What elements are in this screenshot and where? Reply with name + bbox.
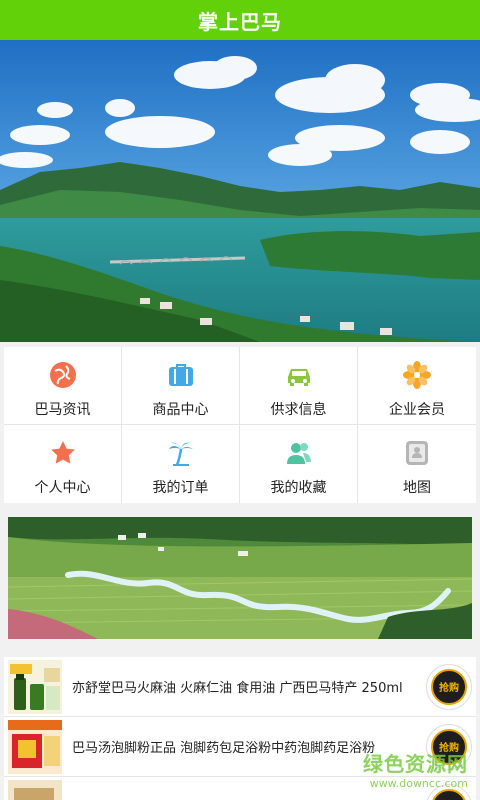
contact-card-icon (403, 439, 431, 467)
star-icon (49, 439, 77, 467)
menu-item-products[interactable]: 商品中心 (122, 347, 240, 425)
product-thumbnail (8, 659, 62, 714)
menu-item-map[interactable]: 地图 (358, 425, 476, 503)
watermark-url: www.downcc.com (369, 777, 468, 790)
menu-item-my-orders[interactable]: 我的订单 (122, 425, 240, 503)
menu-item-personal-center[interactable]: 个人中心 (4, 425, 122, 503)
flower-icon (403, 361, 431, 389)
app-header: 掌上巴马 (0, 0, 480, 40)
menu-label: 企业会员 (389, 402, 445, 418)
promo-landscape-image[interactable] (8, 517, 472, 639)
menu-item-bama-news[interactable]: 巴马资讯 (4, 347, 122, 425)
car-icon (285, 361, 313, 389)
rush-buy-label: 抢购 (439, 683, 459, 694)
app-title: 掌上巴马 (198, 9, 282, 34)
site-watermark: 绿色资源网 www.downcc.com (363, 748, 468, 790)
users-icon (285, 439, 313, 467)
main-menu-grid: 巴马资讯 商品中心 供求信息 企业会员 个人中心 我的订单 我的收藏 地图 (4, 347, 476, 503)
banner-image[interactable] (0, 40, 480, 342)
shopping-bag-icon (167, 361, 195, 389)
menu-label: 商品中心 (152, 402, 209, 418)
product-thumbnail (8, 779, 62, 800)
watermark-title: 绿色资源网 (363, 752, 468, 776)
menu-label: 供求信息 (270, 402, 327, 418)
product-thumbnail (8, 719, 62, 774)
menu-label: 地图 (403, 480, 431, 496)
globe-icon (49, 361, 77, 389)
palm-tree-icon (167, 439, 195, 467)
menu-item-enterprise-members[interactable]: 企业会员 (358, 347, 476, 425)
menu-label: 我的订单 (152, 480, 209, 496)
menu-item-my-favorites[interactable]: 我的收藏 (240, 425, 358, 503)
menu-label: 我的收藏 (270, 480, 327, 496)
product-item[interactable]: 亦舒堂巴马火麻油 火麻仁油 食用油 广西巴马特产 250ml 抢购 (4, 657, 476, 717)
menu-label: 个人中心 (34, 480, 91, 496)
menu-label: 巴马资讯 (34, 402, 91, 418)
menu-item-supply-demand[interactable]: 供求信息 (240, 347, 358, 425)
rush-buy-button[interactable]: 抢购 (426, 663, 472, 710)
product-name: 亦舒堂巴马火麻油 火麻仁油 食用油 广西巴马特产 250ml (72, 681, 403, 696)
